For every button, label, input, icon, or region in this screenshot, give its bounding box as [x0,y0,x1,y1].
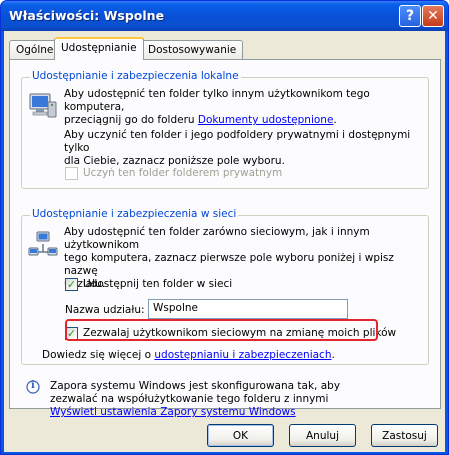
local-sharing-line1: Aby udostępnić ten folder tylko innym uż… [64,88,370,113]
local-sharing-line2-suffix: . [333,114,337,126]
tab-sharing-label: Udostępnianie [61,42,137,54]
help-button[interactable]: ? [399,5,421,27]
make-private-checkbox[interactable] [65,167,78,180]
local-sharing-line2: przeciągnij go do folderu Dokumenty udos… [64,114,426,127]
ok-button-label: OK [232,429,249,442]
sharing-security-link[interactable]: udostępnianiu i zabezpieczeniach [154,349,331,361]
network-sharing-group-label: Udostępnianie i zabezpieczenia w sieci [30,208,239,220]
apply-button[interactable]: Zastosuj [371,424,438,447]
share-name-value: Wspolne [153,302,198,314]
share-name-label: Nazwa udziału: [65,304,145,316]
tab-sharing[interactable]: Udostępnianie [54,37,144,60]
tab-general-label: Ogólne [16,44,54,56]
firewall-info: Zapora systemu Windows jest skonfigurowa… [50,380,430,419]
local-sharing-description: Aby udostępnić ten folder tylko innym uż… [64,88,426,127]
firewall-line2: zezwalać na współużytkowanie tego folder… [50,393,329,405]
share-on-network-checkbox[interactable]: ✓ [65,278,78,291]
local-sharing-group: Udostępnianie i zabezpieczenia lokalne A… [21,70,429,189]
cancel-button[interactable]: Anuluj [289,424,356,447]
share-on-network-label: Udostępnij ten folder w sieci [83,278,233,290]
sharing-tab-panel: Udostępnianie i zabezpieczenia lokalne A… [9,59,441,418]
tab-customize-label: Dostosowywanie [148,44,237,56]
network-sharing-line1: Aby udostępnić ten folder zarówno siecio… [64,226,370,251]
cancel-button-label: Anuluj [306,429,339,442]
help-icon: ? [405,8,415,24]
learn-more-prefix: Dowiedz się więcej o [42,349,155,361]
highlight-frame [65,319,378,341]
firewall-line1: Zapora systemu Windows jest skonfigurowa… [50,380,341,392]
network-sharing-line2: tego komputera, zaznacz pierwsze pole wy… [64,252,394,277]
info-icon: i [26,380,40,394]
firewall-settings-link[interactable]: Wyświetl ustawienia Zapory systemu Windo… [50,406,430,419]
computer-icon [28,92,58,120]
close-icon: ✕ [427,8,439,24]
share-name-input[interactable]: Wspolne [148,299,348,319]
tab-general[interactable]: Ogólne [9,40,61,59]
info-glyph: i [31,380,35,391]
network-share-icon [28,230,58,258]
tab-customize[interactable]: Dostosowywanie [141,40,244,59]
title-bar[interactable]: Właściwości: Wspolne ? ✕ [1,1,448,31]
local-sharing-line2-prefix: przeciągnij go do folderu [64,114,198,126]
private-description-line1: Aby uczynić ten folder i jego podfoldery… [64,129,411,154]
window-title: Właściwości: Wspolne [9,8,165,23]
private-description: Aby uczynić ten folder i jego podfoldery… [64,129,426,168]
local-sharing-group-label: Udostępnianie i zabezpieczenia lokalne [30,70,241,82]
ok-button[interactable]: OK [207,424,274,447]
properties-window: Właściwości: Wspolne ? ✕ Ogólne Udostępn… [0,0,449,455]
learn-more-text: Dowiedz się więcej o udostępnianiu i zab… [42,349,422,362]
apply-button-label: Zastosuj [382,429,427,442]
learn-more-suffix: . [331,349,335,361]
checkmark-icon: ✓ [66,278,77,291]
dialog-client: Ogólne Udostępnianie Dostosowywanie Udos… [4,31,445,452]
make-private-label: Uczyń ten folder folderem prywatnym [83,167,283,179]
network-sharing-group: Udostępnianie i zabezpieczenia w sieci A… [21,208,429,365]
shared-documents-link[interactable]: Dokumenty udostępnione [198,114,334,126]
close-button[interactable]: ✕ [422,5,444,27]
